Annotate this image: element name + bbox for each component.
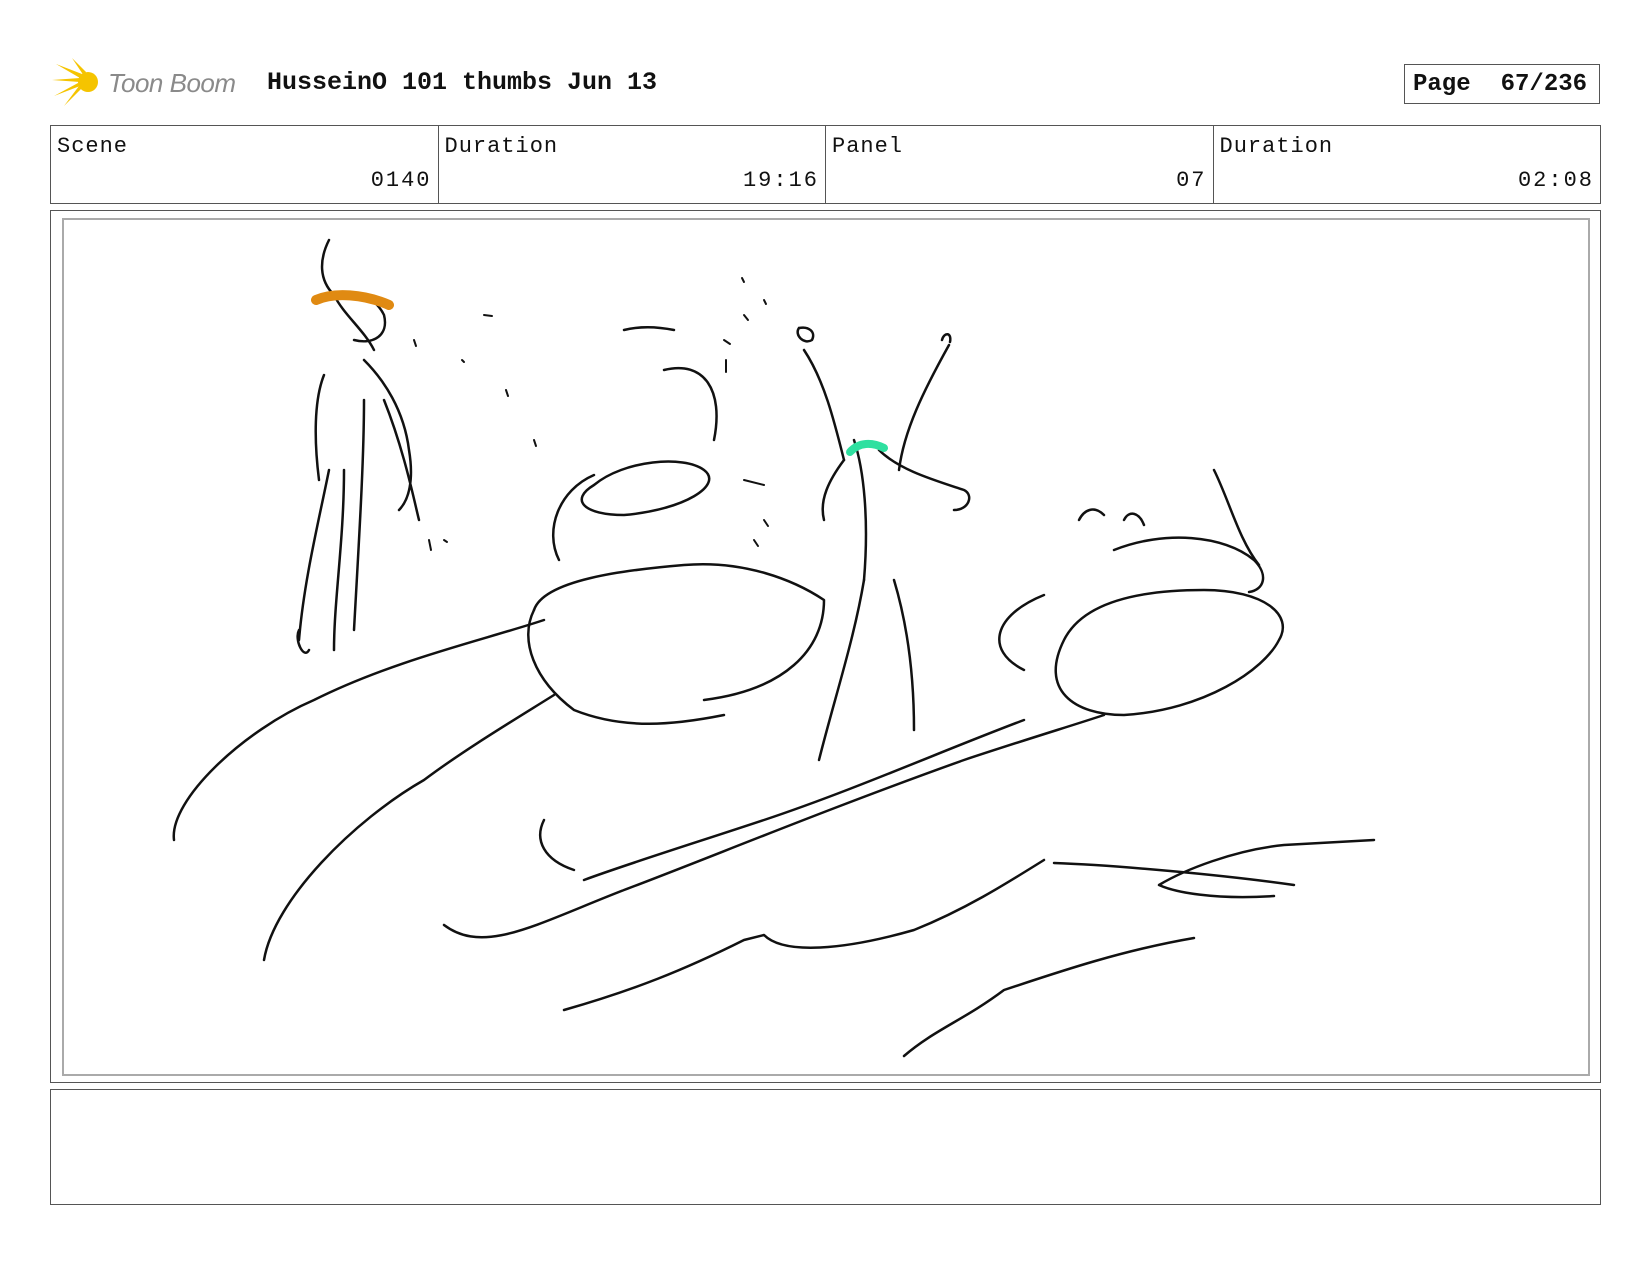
scene-duration-value: 19:16 — [742, 168, 819, 193]
starburst-icon — [52, 58, 98, 106]
panel-label: Panel — [832, 134, 904, 159]
panel-value: 07 — [1176, 168, 1207, 193]
toon-boom-logo: Toon Boom — [52, 56, 242, 110]
page-label: Page — [1413, 70, 1471, 98]
document-title: HusseinO 101 thumbs Jun 13 — [267, 68, 658, 97]
panel-cell: Panel 07 — [826, 126, 1214, 203]
page-number: 67/236 — [1500, 70, 1588, 98]
logo-wordmark: Toon Boom — [108, 68, 236, 98]
storyboard-panel-image — [62, 218, 1590, 1076]
panel-duration-cell: Duration 02:08 — [1214, 126, 1601, 203]
scene-value: 0140 — [370, 168, 432, 193]
panel-notes-box — [50, 1089, 1601, 1205]
panel-duration-label: Duration — [1219, 134, 1334, 159]
panel-info-row: Scene 0140 Duration 19:16 Panel 07 Durat… — [50, 125, 1601, 204]
panel-duration-value: 02:08 — [1517, 168, 1594, 193]
scene-duration-cell: Duration 19:16 — [439, 126, 826, 203]
sketch-drawing — [172, 238, 1376, 1058]
scene-duration-label: Duration — [444, 134, 559, 159]
scene-label: Scene — [57, 134, 129, 159]
scene-cell: Scene 0140 — [51, 126, 439, 203]
left-headband — [311, 290, 394, 310]
page-counter: Page 67/236 — [1404, 64, 1600, 104]
